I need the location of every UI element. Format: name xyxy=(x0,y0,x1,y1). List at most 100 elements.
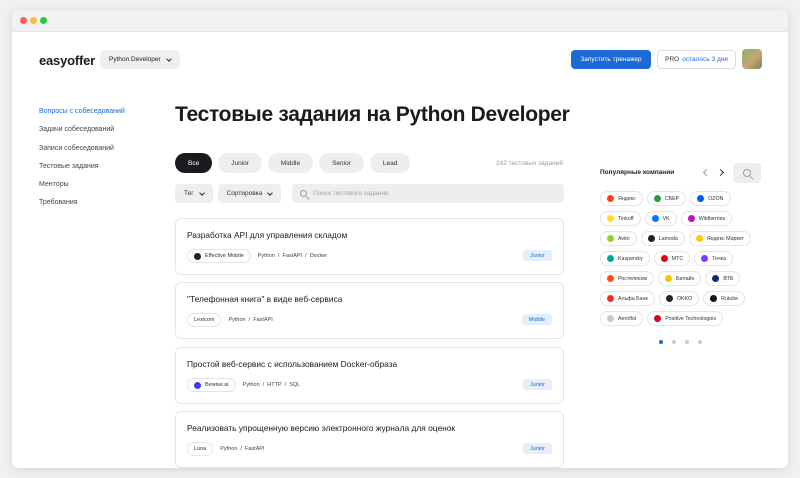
company-logo-icon xyxy=(687,215,695,222)
company-logo-icon xyxy=(607,275,614,282)
level-lead-pill[interactable]: Lead xyxy=(369,153,411,173)
popular-companies-title: Популярные компании xyxy=(600,169,675,176)
tag-filter-label: Тег xyxy=(184,190,194,197)
company-name: VK xyxy=(662,215,670,222)
task-card[interactable]: Простой веб-сервис с использованием Dock… xyxy=(175,347,564,404)
company-chip[interactable]: VK xyxy=(644,211,677,226)
company-chip[interactable]: Kaspersky xyxy=(600,251,650,266)
company-logo-icon xyxy=(660,255,668,262)
logo[interactable]: easyoffer xyxy=(39,53,95,68)
pager-dot[interactable] xyxy=(672,340,676,344)
company-chip[interactable]: Tinkoff xyxy=(600,211,641,226)
chevron-right-icon[interactable] xyxy=(716,168,725,177)
task-card[interactable]: Разработка API для управления складом Ef… xyxy=(175,218,564,275)
company-logo-icon xyxy=(607,215,614,222)
sidebar-item-records[interactable]: Записи собеседований xyxy=(39,144,125,162)
company-name: Билайн xyxy=(676,275,695,282)
company-chip[interactable]: Aeroflot xyxy=(600,311,644,326)
sidebar-item-requirements[interactable]: Требования xyxy=(39,198,125,216)
company-logo-icon xyxy=(194,252,201,260)
sidebar-item-mentors[interactable]: Менторы xyxy=(39,180,125,198)
company-chip[interactable]: Positive Technologies xyxy=(647,311,724,326)
level-junior-pill[interactable]: Junior xyxy=(218,153,262,173)
avatar[interactable] xyxy=(742,49,762,69)
chevron-left-icon[interactable] xyxy=(702,168,711,177)
company-chip[interactable]: Билайн xyxy=(658,271,702,286)
titlebar xyxy=(12,10,788,32)
company-name: Tinkoff xyxy=(618,215,634,222)
company-logo-icon xyxy=(710,295,718,302)
company-chip[interactable]: Lamoda xyxy=(640,231,685,246)
task-meta: Luna Python / FastAPI xyxy=(187,442,265,456)
company-name: Kaspersky xyxy=(618,255,643,262)
company-logo-icon xyxy=(697,195,705,202)
company-chip[interactable]: СБЕР xyxy=(646,191,687,206)
task-title[interactable]: Разработка API для управления складом xyxy=(187,230,347,240)
pager-dot[interactable] xyxy=(698,340,702,344)
company-name: Positive Technologies xyxy=(665,315,717,322)
search-icon xyxy=(300,190,307,197)
task-title[interactable]: "Телефонная книга" в виде веб-сервиса xyxy=(187,294,342,304)
company-logo-icon xyxy=(607,295,614,302)
pro-button[interactable]: PRO осталось 3 дня xyxy=(657,50,736,69)
company-logo-icon xyxy=(665,295,673,302)
task-tags: Python / HTTP / SQL xyxy=(242,382,301,388)
company-chip[interactable]: Ростелеком xyxy=(600,271,655,286)
close-window-icon[interactable] xyxy=(20,17,27,24)
search-icon xyxy=(743,169,751,177)
pager-dot[interactable] xyxy=(685,340,689,344)
company-chip[interactable]: Альфа Банк xyxy=(600,291,655,306)
task-title[interactable]: Реализовать упрощенную версию электронно… xyxy=(187,423,455,433)
chevron-down-icon xyxy=(165,55,172,62)
level-badge: Junior xyxy=(523,443,552,454)
company-chip[interactable]: Яндекс xyxy=(600,191,643,206)
company-chip[interactable]: Effective Mobile xyxy=(187,249,251,263)
sort-button[interactable]: Сортировка xyxy=(217,184,282,203)
task-title[interactable]: Простой веб-сервис с использованием Dock… xyxy=(187,359,397,369)
level-badge: Junior xyxy=(523,379,552,390)
filters: Тег Сортировка xyxy=(175,184,282,203)
tag-filter-button[interactable]: Тег xyxy=(175,184,213,203)
company-chip[interactable]: ВТБ xyxy=(705,271,741,286)
company-chip[interactable]: Luna xyxy=(187,442,214,456)
company-chip[interactable]: Wildberries xyxy=(680,211,733,226)
company-logo-icon xyxy=(607,255,614,262)
level-senior-pill[interactable]: Senior xyxy=(319,153,364,173)
company-chip[interactable]: Яндекс Маркет xyxy=(688,231,752,246)
profession-select[interactable]: Python Developer xyxy=(100,50,180,69)
company-name: Точка xyxy=(712,255,727,262)
company-chip[interactable]: Avito xyxy=(600,231,637,246)
level-middle-pill[interactable]: Middle xyxy=(267,153,314,173)
company-chip[interactable]: OKKO xyxy=(658,291,700,306)
sidebar-item-tasks[interactable]: Задачи собеседований xyxy=(39,125,125,143)
task-card[interactable]: Реализовать упрощенную версию электронно… xyxy=(175,411,564,468)
task-card[interactable]: "Телефонная книга" в виде веб-сервиса Le… xyxy=(175,282,564,339)
company-chip[interactable]: Rutube xyxy=(703,291,746,306)
browser-window: easyoffer Python Developer Запустить тре… xyxy=(12,10,788,468)
company-chip[interactable]: OZON xyxy=(690,191,731,206)
minimize-window-icon[interactable] xyxy=(30,17,37,24)
task-tags: Python / FastAPI / Docker xyxy=(257,253,328,259)
company-name: Avito xyxy=(618,235,630,242)
company-chip[interactable]: МТС xyxy=(653,251,691,266)
sidebar-item-questions[interactable]: Вопросы с собеседований xyxy=(39,107,125,125)
company-name: Luna xyxy=(194,446,207,452)
company-name: Альфа Банк xyxy=(618,295,648,302)
start-trainer-button[interactable]: Запустить тренажер xyxy=(571,50,651,69)
sidebar-item-test-tasks[interactable]: Тестовые задания xyxy=(39,162,125,180)
sort-label: Сортировка xyxy=(226,190,263,197)
page-title: Тестовые задания на Python Developer xyxy=(175,103,570,126)
company-name: Wildberries xyxy=(698,215,726,222)
maximize-window-icon[interactable] xyxy=(40,17,47,24)
company-name: МТС xyxy=(671,255,684,262)
chevron-down-icon xyxy=(267,189,274,196)
pager-dot[interactable] xyxy=(659,340,663,344)
company-chip[interactable]: Bewise.ai xyxy=(187,378,236,392)
profession-label: Python Developer xyxy=(109,56,161,63)
company-search-button[interactable] xyxy=(733,163,761,183)
company-chip[interactable]: Точка xyxy=(694,251,734,266)
level-all-pill[interactable]: Все xyxy=(175,153,213,173)
company-chip[interactable]: Lexicom xyxy=(187,313,222,327)
task-search-input[interactable] xyxy=(313,190,553,197)
company-name: Ростелеком xyxy=(618,275,648,282)
